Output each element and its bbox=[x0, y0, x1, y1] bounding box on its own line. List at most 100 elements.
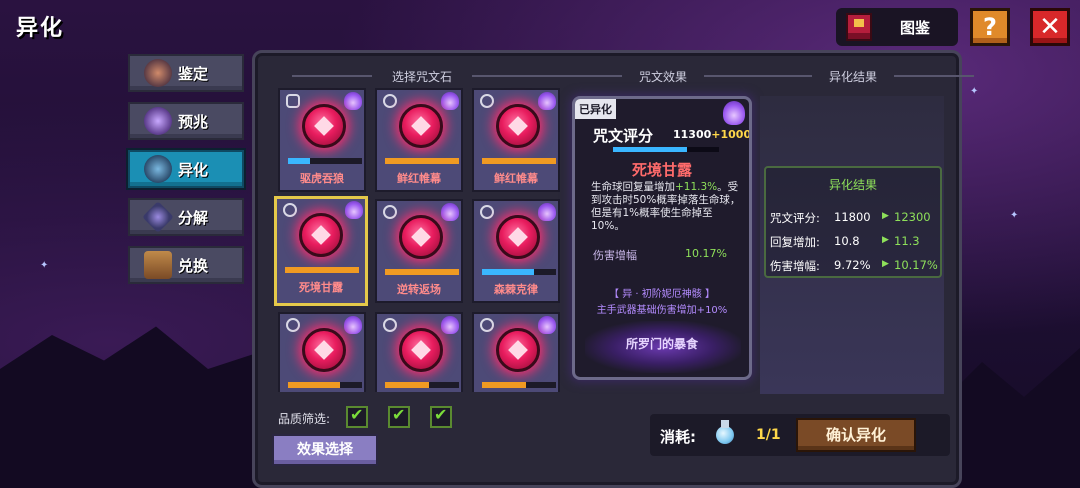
help-button[interactable]: ? bbox=[970, 8, 1010, 46]
quality-filter-label: 品质筛选: bbox=[278, 412, 331, 426]
rune-stone-card[interactable]: 逆转返场 bbox=[375, 199, 463, 303]
tab-label: 分解 bbox=[178, 208, 209, 227]
mutation-affix-description: 主手武器基础伤害增加+10% bbox=[596, 305, 728, 316]
red-rune-gem-icon bbox=[302, 328, 346, 372]
rune-stone-card[interactable]: 森棘克律 bbox=[472, 199, 560, 303]
rune-name: 森棘克律 bbox=[494, 283, 538, 296]
rune-stone-card[interactable]: 鲜红帷幕 bbox=[375, 88, 463, 192]
tab-mutate[interactable]: 异化 bbox=[128, 150, 244, 188]
rune-level-bar bbox=[288, 158, 362, 164]
cost-value: 1/1 bbox=[756, 427, 781, 443]
tab-omen[interactable]: 预兆 bbox=[128, 102, 244, 140]
rune-stone-card[interactable]: 驱虎吞狼 bbox=[278, 88, 366, 192]
rune-level-bar bbox=[288, 382, 362, 388]
damage-boost-label: 伤害增幅 bbox=[593, 249, 637, 262]
anvil-icon bbox=[144, 59, 172, 87]
page-title: 异化 bbox=[16, 16, 65, 41]
purple-flame-icon bbox=[538, 92, 556, 110]
rune-level-bar bbox=[482, 158, 556, 164]
book-icon bbox=[846, 13, 872, 41]
tab-label: 鉴定 bbox=[178, 64, 209, 83]
rune-effect-card: 已异化 咒文评分 11300+1000 死境甘露 生命球回复量增加+11.3%。… bbox=[572, 96, 752, 380]
potion-icon bbox=[710, 418, 740, 448]
arrow-right-icon: ▶ bbox=[882, 259, 889, 269]
treasure-chest-icon bbox=[144, 251, 172, 279]
star-decoration: ✦ bbox=[40, 260, 49, 271]
background-hills bbox=[0, 326, 260, 488]
rune-level-bar bbox=[482, 269, 556, 275]
damage-boost-value: 10.17% bbox=[685, 247, 727, 260]
red-rune-gem-icon bbox=[399, 104, 443, 148]
rune-name: 驱虎吞狼 bbox=[300, 172, 344, 185]
quality-filter-checkbox[interactable] bbox=[430, 405, 452, 428]
tab-decompose[interactable]: 分解 bbox=[128, 198, 244, 236]
diamond-shatter-icon bbox=[142, 201, 174, 233]
purple-flame-icon bbox=[344, 316, 362, 334]
purple-flame-icon bbox=[538, 203, 556, 221]
mutated-tag: 已异化 bbox=[575, 99, 616, 119]
ring-slot-icon bbox=[286, 318, 300, 332]
close-button[interactable]: ✕ bbox=[1030, 8, 1070, 46]
demon-mask-icon bbox=[144, 155, 172, 183]
result-column-header: 异化结果 bbox=[732, 68, 974, 85]
result-title: 异化结果 bbox=[828, 178, 877, 192]
ring-slot-icon bbox=[480, 205, 494, 219]
red-rune-gem-icon bbox=[399, 328, 443, 372]
purple-flame-icon bbox=[538, 316, 556, 334]
star-decoration: ✦ bbox=[970, 86, 979, 97]
red-rune-gem-icon bbox=[302, 104, 346, 148]
purple-flame-icon bbox=[345, 201, 363, 219]
confirm-mutation-button[interactable]: 确认异化 bbox=[796, 418, 916, 452]
rune-stone-card[interactable]: 鲜红帷幕 bbox=[472, 88, 560, 192]
cost-label: 消耗: bbox=[660, 428, 696, 446]
rune-name: 鲜红帷幕 bbox=[397, 172, 441, 185]
rune-level-bar bbox=[385, 158, 459, 164]
arrow-right-icon: ▶ bbox=[882, 211, 889, 221]
rune-level-bar bbox=[385, 382, 459, 388]
tab-exchange[interactable]: 兑换 bbox=[128, 246, 244, 284]
codex-label: 图鉴 bbox=[900, 18, 931, 37]
armor-slot-icon bbox=[286, 94, 300, 108]
select-column-header: 选择咒文石 bbox=[292, 68, 552, 85]
rune-level-bar bbox=[285, 267, 359, 273]
tab-label: 预兆 bbox=[178, 112, 209, 131]
quality-filter-checkbox[interactable] bbox=[388, 405, 410, 428]
star-decoration: ✦ bbox=[1010, 210, 1019, 221]
rune-name: 鲜红帷幕 bbox=[494, 172, 538, 185]
ring-slot-icon bbox=[383, 205, 397, 219]
ring-slot-icon bbox=[480, 94, 494, 108]
mutation-affix: 【 异 · 初阶妮厄神骸 】 bbox=[609, 289, 715, 300]
arrow-right-icon: ▶ bbox=[882, 235, 889, 245]
tab-identify[interactable]: 鉴定 bbox=[128, 54, 244, 92]
rune-score-bar bbox=[613, 147, 719, 152]
purple-flame-icon bbox=[441, 316, 459, 334]
tab-label: 兑换 bbox=[178, 256, 209, 275]
mutation-result-box: 异化结果 咒文评分: 11800 ▶ 12300 回复增加: 10.8 ▶ 11.3 伤害增… bbox=[764, 166, 942, 278]
ring-slot-icon bbox=[480, 318, 494, 332]
ring-slot-icon bbox=[383, 94, 397, 108]
rune-stone-grid[interactable]: 驱虎吞狼 鲜红帷幕 鲜红帷幕 死境甘露 逆转返场 森棘克律 bbox=[272, 86, 568, 392]
rune-score-value: 11300+1000 bbox=[673, 128, 752, 141]
rune-name: 逆转返场 bbox=[397, 283, 441, 296]
effect-column-header: 咒文效果 bbox=[542, 68, 784, 85]
rune-score-label: 咒文评分 bbox=[593, 127, 654, 145]
red-rune-gem-icon bbox=[496, 328, 540, 372]
rune-stone-card-selected[interactable]: 死境甘露 bbox=[274, 196, 368, 306]
red-rune-gem-icon bbox=[496, 104, 540, 148]
effect-select-button[interactable]: 效果选择 bbox=[272, 434, 378, 466]
rune-stone-card[interactable] bbox=[472, 312, 560, 392]
rune-stone-card[interactable] bbox=[375, 312, 463, 392]
rune-effect-description: 生命球回复量增加+11.3%。受到攻击时50%概率掉落生命球，但是有1%概率使生… bbox=[591, 181, 741, 232]
rune-name: 死境甘露 bbox=[299, 281, 343, 294]
rune-set-name: 所罗门的暴食 bbox=[625, 337, 698, 351]
purple-flame-icon bbox=[723, 101, 745, 125]
purple-flame-icon bbox=[344, 92, 362, 110]
crystal-ball-icon bbox=[144, 107, 172, 135]
purple-flame-icon bbox=[441, 203, 459, 221]
red-rune-gem-icon bbox=[399, 215, 443, 259]
quality-filter-checkbox[interactable] bbox=[346, 405, 368, 428]
tab-label: 异化 bbox=[178, 160, 209, 179]
codex-button[interactable]: 图鉴 bbox=[836, 8, 958, 46]
rune-stone-card[interactable] bbox=[278, 312, 366, 392]
rune-effect-title: 死境甘露 bbox=[631, 161, 692, 179]
